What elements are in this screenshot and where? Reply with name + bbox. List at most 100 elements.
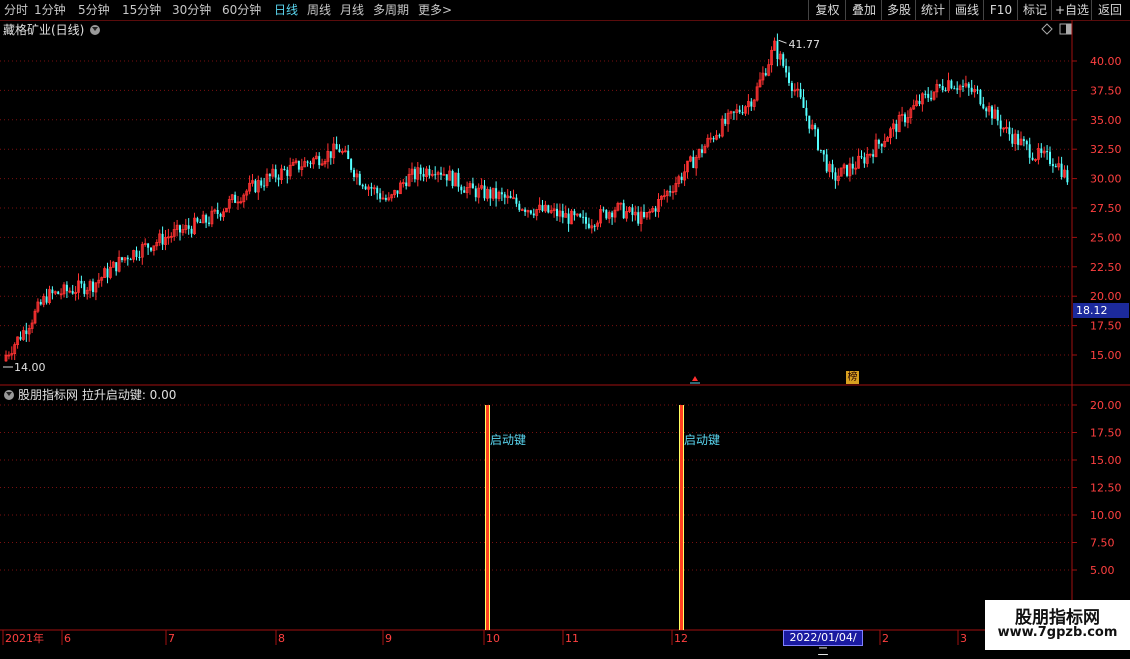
- candle-body-down: [297, 160, 300, 170]
- candle-body-down: [306, 161, 309, 163]
- candle-body-down: [1054, 166, 1057, 168]
- candle-body-down: [895, 123, 898, 132]
- candle-body-down: [260, 180, 263, 186]
- candle-body-down: [147, 243, 150, 248]
- candle-body-down: [274, 169, 277, 178]
- candle-body-down: [877, 140, 880, 144]
- candle-body-down: [1028, 144, 1031, 158]
- candle-body-down: [263, 185, 266, 187]
- candle-body-down: [460, 186, 463, 191]
- candle-body-down: [788, 72, 790, 83]
- candle-body-down: [161, 233, 164, 245]
- candle-body-down: [1060, 163, 1063, 178]
- candle-body-down: [1017, 134, 1020, 145]
- candle-body-down: [335, 143, 338, 150]
- candle-body-down: [216, 210, 219, 214]
- min-price-label: 14.00: [14, 361, 46, 374]
- signal-label: 启动键: [684, 433, 720, 447]
- candle-body-down: [500, 192, 503, 195]
- candle-body-down: [930, 97, 933, 100]
- candle-body-down: [587, 223, 590, 228]
- candle-body-down: [190, 228, 193, 234]
- candle-body-down: [605, 210, 608, 219]
- candle-body-down: [413, 169, 416, 180]
- candle-body-down: [347, 150, 350, 160]
- candle-body-down: [65, 284, 68, 292]
- candle-body-down: [637, 212, 640, 224]
- candle-body-down: [1040, 148, 1043, 153]
- candle-body-down: [1049, 151, 1051, 165]
- candle-body-down: [863, 157, 866, 164]
- candle-body-down: [872, 154, 875, 157]
- candle-body-down: [631, 207, 634, 215]
- candle-body-down: [741, 112, 744, 114]
- candle-body-down: [950, 80, 953, 89]
- indicator-tick-label: 17.50: [1090, 427, 1122, 440]
- candle-body-down: [1011, 134, 1014, 144]
- candle-body-down: [782, 54, 785, 66]
- candle-body-down: [834, 172, 837, 181]
- candle-body-down: [187, 225, 190, 229]
- candle-body-down: [524, 209, 527, 212]
- indicator-header: 股朋指标网 拉升启动键: 0.00: [0, 386, 600, 404]
- max-pointer: [778, 39, 787, 44]
- time-tick-label: 7: [168, 632, 175, 645]
- candle-body-down: [1025, 141, 1028, 145]
- candle-body-down: [712, 138, 715, 140]
- indicator-tick-label: 7.50: [1090, 537, 1115, 550]
- candle-body-down: [518, 203, 521, 210]
- time-tick-label: 11: [565, 632, 579, 645]
- candle-body-down: [208, 222, 210, 224]
- price-tick-label: 22.50: [1090, 261, 1122, 274]
- candle-body-down: [445, 174, 448, 181]
- candle-body-down: [457, 172, 460, 187]
- chart-canvas[interactable]: 40.0037.5035.0032.5030.0027.5025.0022.50…: [0, 0, 1130, 650]
- time-tick-label: 2: [882, 632, 889, 645]
- indicator-tick-label: 5.00: [1090, 564, 1115, 577]
- candle-body-down: [776, 41, 779, 60]
- indicator-tick-label: 10.00: [1090, 509, 1122, 522]
- candle-body-down: [1022, 139, 1025, 142]
- price-tick-label: 20.00: [1090, 290, 1122, 303]
- candle-body-down: [999, 120, 1002, 129]
- candle-body-down: [370, 186, 373, 189]
- candle-body-down: [996, 109, 999, 121]
- candle-body-down: [129, 259, 132, 261]
- candle-body-down: [1066, 170, 1069, 183]
- candle-body-down: [680, 176, 683, 180]
- candle-body-down: [860, 156, 863, 158]
- watermark: 股朋指标网 www.7gpzb.com: [985, 600, 1130, 650]
- candle-body-down: [573, 211, 576, 216]
- price-tick-label: 40.00: [1090, 55, 1122, 68]
- candle-body-down: [358, 173, 361, 185]
- time-tick-label: 9: [385, 632, 392, 645]
- candle-body-down: [982, 104, 985, 109]
- candle-body-down: [918, 100, 921, 104]
- candle-body-down: [92, 281, 94, 292]
- candle-body-down: [985, 108, 988, 112]
- candle-body-down: [150, 247, 152, 251]
- signal-label: 启动键: [490, 433, 526, 447]
- candle-body-down: [724, 119, 727, 124]
- candle-body-down: [732, 111, 735, 113]
- candle-body-down: [440, 172, 442, 175]
- candle-body-down: [927, 93, 930, 98]
- candle-body-down: [364, 186, 367, 190]
- candle-body-down: [277, 177, 280, 180]
- candle-body-down: [1051, 164, 1054, 167]
- candle-body-down: [384, 198, 387, 200]
- price-tick-label: 37.50: [1090, 84, 1122, 97]
- rank-badge[interactable]: 榜: [846, 371, 859, 384]
- indicator-title: 股朋指标网 拉升启动键: 0.00: [18, 388, 177, 402]
- candle-body-down: [622, 203, 625, 219]
- indicator-tick-label: 20.00: [1090, 399, 1122, 412]
- candle-body-down: [254, 180, 257, 192]
- candle-body-down: [405, 182, 408, 186]
- candle-body-down: [822, 150, 825, 155]
- candle-body-down: [503, 194, 506, 198]
- cursor-date: 2022/01/04/二: [783, 630, 863, 658]
- indicator-dropdown-icon[interactable]: [4, 390, 14, 400]
- candle-body-down: [582, 216, 585, 218]
- candle-body-down: [196, 218, 199, 222]
- watermark-line2: www.7gpzb.com: [997, 625, 1118, 640]
